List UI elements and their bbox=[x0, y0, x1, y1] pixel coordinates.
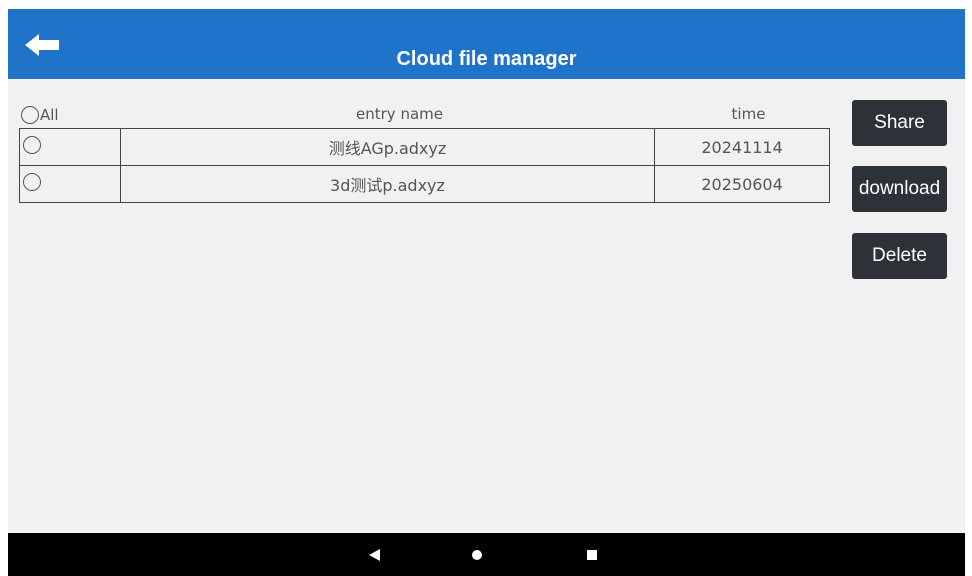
table-row[interactable]: 3d测试p.adxyz 20250604 bbox=[19, 165, 830, 203]
page-title: Cloud file manager bbox=[396, 48, 577, 70]
select-all-label: All bbox=[40, 106, 59, 124]
select-all[interactable]: All bbox=[21, 105, 59, 125]
main-content: All entry name time 测线AGp.adxyz 20241114 bbox=[8, 79, 965, 533]
system-nav-bar bbox=[8, 533, 965, 576]
row-select-radio[interactable] bbox=[23, 136, 41, 154]
table-header: All entry name time bbox=[19, 101, 829, 127]
delete-button[interactable]: Delete bbox=[852, 233, 947, 279]
download-button[interactable]: download bbox=[852, 166, 947, 212]
file-time-cell: 20241114 bbox=[654, 128, 830, 166]
row-select-cell bbox=[19, 165, 121, 203]
row-select-cell bbox=[19, 128, 121, 166]
nav-recents-button[interactable] bbox=[585, 547, 599, 566]
app-bar: Cloud file manager bbox=[8, 9, 965, 79]
file-time-cell: 20250604 bbox=[654, 165, 830, 203]
nav-back-icon bbox=[369, 549, 380, 561]
select-all-radio[interactable] bbox=[21, 106, 39, 124]
screen: Cloud file manager All entry name time 测… bbox=[0, 0, 972, 576]
column-header-entry-name: entry name bbox=[356, 105, 443, 123]
nav-recents-icon bbox=[587, 550, 597, 560]
file-name-cell: 3d测试p.adxyz bbox=[119, 165, 656, 203]
device-screen: Cloud file manager All entry name time 测… bbox=[8, 9, 965, 576]
share-button[interactable]: Share bbox=[852, 100, 947, 146]
nav-home-button[interactable] bbox=[470, 547, 484, 566]
column-header-time: time bbox=[731, 105, 766, 123]
nav-home-icon bbox=[472, 550, 482, 560]
nav-back-button[interactable] bbox=[368, 547, 382, 566]
table-row[interactable]: 测线AGp.adxyz 20241114 bbox=[19, 128, 830, 166]
file-table: 测线AGp.adxyz 20241114 3d测试p.adxyz 2025060… bbox=[19, 128, 830, 203]
file-name-cell: 测线AGp.adxyz bbox=[119, 128, 656, 166]
row-select-radio[interactable] bbox=[23, 173, 41, 191]
